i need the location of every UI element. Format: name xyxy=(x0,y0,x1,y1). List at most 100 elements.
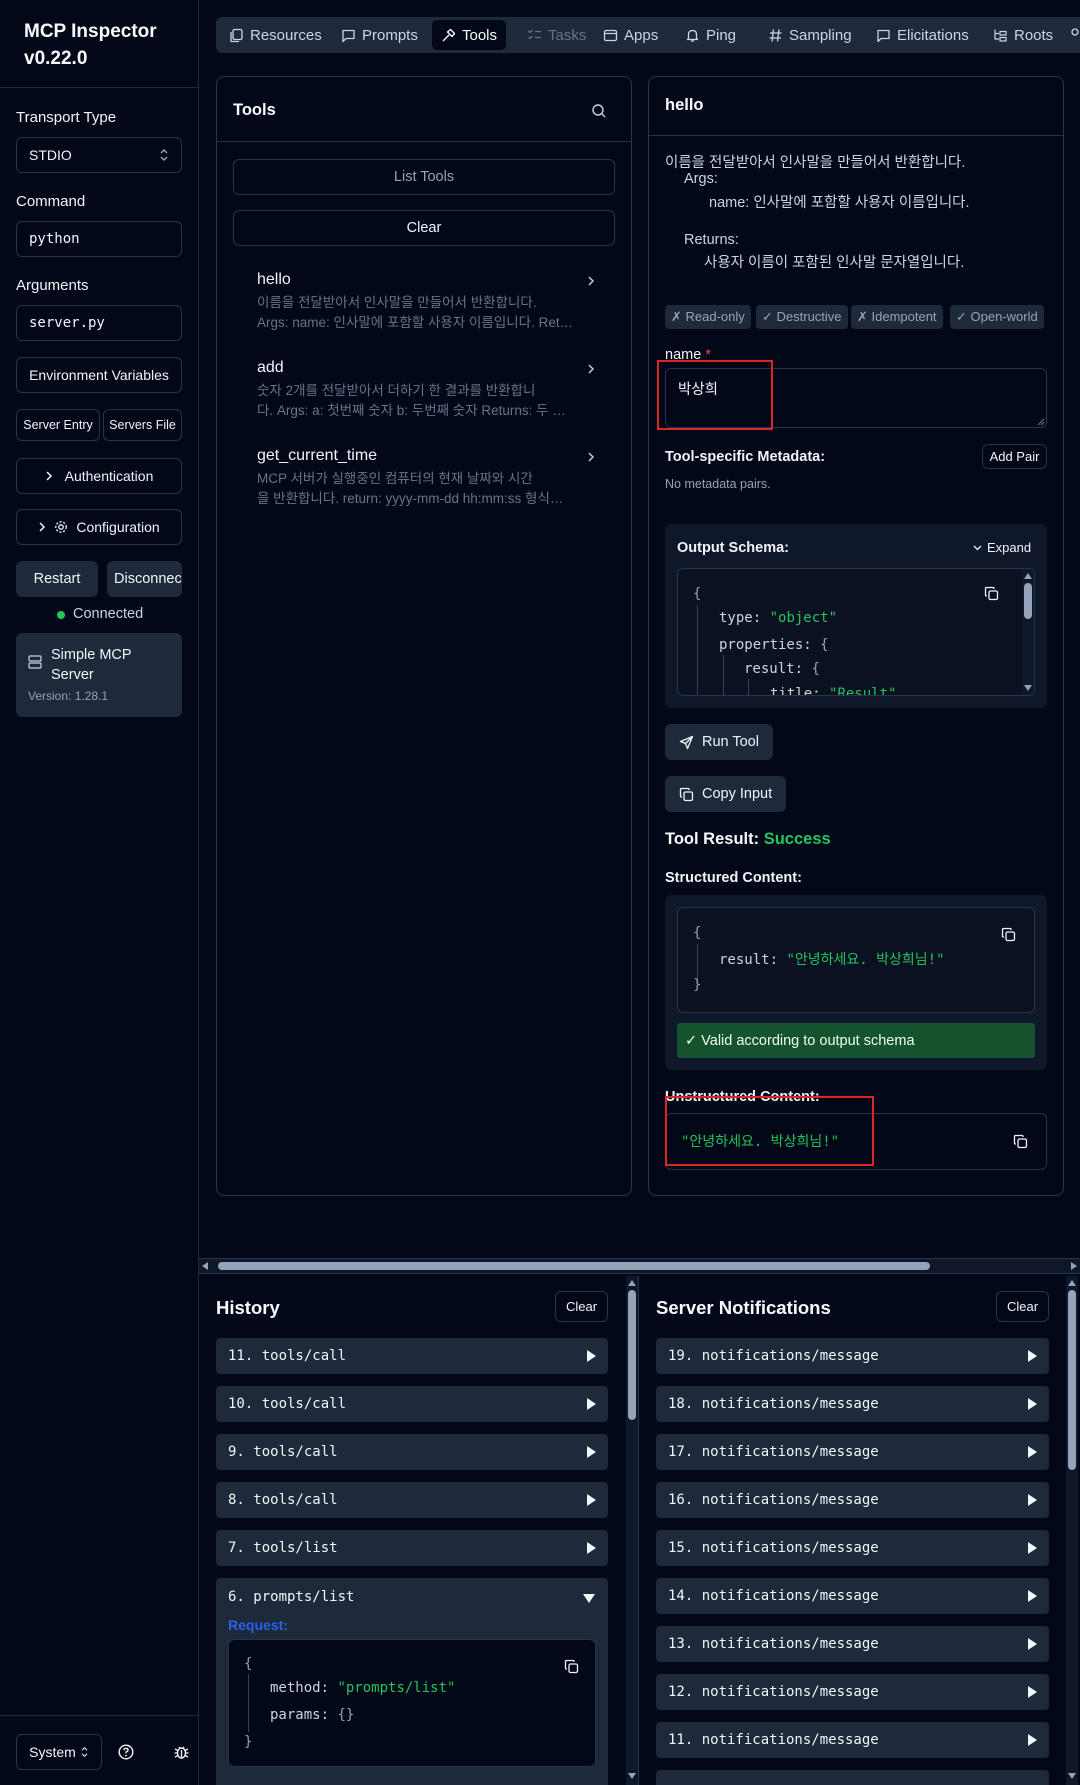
divider xyxy=(0,1715,198,1716)
copy-icon[interactable] xyxy=(1013,1134,1028,1149)
notifications-scrollbar[interactable] xyxy=(1066,1276,1078,1785)
notification-item[interactable]: 17. notifications/message xyxy=(656,1434,1049,1470)
chevron-right-icon xyxy=(588,276,594,286)
disconnect-button[interactable]: Disconnect xyxy=(107,561,182,597)
play-icon xyxy=(1028,1590,1037,1602)
theme-select[interactable]: System xyxy=(16,1734,102,1770)
history-item[interactable]: 9. tools/call xyxy=(216,1434,608,1470)
hammer-icon xyxy=(442,28,456,41)
scroll-up-arrow[interactable] xyxy=(1068,1280,1076,1286)
server-icon xyxy=(28,655,42,669)
app-window-icon xyxy=(603,29,618,41)
notification-item[interactable]: 15. notifications/message xyxy=(656,1530,1049,1566)
horizontal-scroll-thumb[interactable] xyxy=(218,1262,930,1270)
schema-scrollbar[interactable] xyxy=(1022,569,1034,695)
expand-button[interactable]: Expand xyxy=(973,540,1031,555)
play-icon xyxy=(1028,1542,1037,1554)
divider xyxy=(649,135,1063,136)
restart-button[interactable]: Restart xyxy=(16,561,98,597)
copy-icon[interactable] xyxy=(984,586,999,601)
copy-icon[interactable] xyxy=(1001,927,1016,942)
scroll-down-arrow[interactable] xyxy=(1068,1773,1076,1779)
copy-icon xyxy=(679,787,694,801)
tool-item-add[interactable]: add 숫자 2개를 전달받아서 더하기 한 결과를 반환합니 다. Args:… xyxy=(257,359,597,421)
output-schema-code: { type: "object" properties: { result: {… xyxy=(677,568,1035,696)
tool-item-hello[interactable]: hello 이름을 전달받아서 인사말을 만들어서 반환합니다. Args: n… xyxy=(257,271,597,333)
configuration-button[interactable]: Configuration xyxy=(16,509,182,545)
notification-item[interactable]: 14. notifications/message xyxy=(656,1578,1049,1614)
list-tools-button[interactable]: List Tools xyxy=(233,159,615,195)
scroll-left-arrow[interactable] xyxy=(202,1262,208,1270)
server-name: Simple MCP Server xyxy=(51,647,132,683)
history-item[interactable]: 7. tools/list xyxy=(216,1530,608,1566)
run-tool-button[interactable]: Run Tool xyxy=(665,724,773,760)
bell-icon xyxy=(686,29,699,42)
divider xyxy=(217,141,631,142)
tool-result-heading: Tool Result: Success xyxy=(665,830,831,848)
transport-type-label: Transport Type xyxy=(16,109,117,126)
tab-resources[interactable]: Resources xyxy=(220,20,331,50)
scroll-down-arrow[interactable] xyxy=(1024,685,1032,691)
play-icon xyxy=(587,1350,596,1362)
clear-history-button[interactable]: Clear xyxy=(555,1291,608,1322)
scroll-down-arrow[interactable] xyxy=(628,1773,636,1779)
copy-input-button[interactable]: Copy Input xyxy=(665,776,787,812)
notification-item[interactable]: 11. notifications/message xyxy=(656,1722,1049,1758)
history-item[interactable]: 10. tools/call xyxy=(216,1386,608,1422)
tab-elicitations[interactable]: Elicitations xyxy=(867,20,978,50)
notification-item[interactable]: 19. notifications/message xyxy=(656,1338,1049,1374)
tab-ping[interactable]: Ping xyxy=(676,20,745,50)
tool-description: Returns: xyxy=(684,232,739,248)
environment-variables-button[interactable]: Environment Variables xyxy=(16,357,182,393)
server-entry-button[interactable]: Server Entry xyxy=(16,409,100,441)
scroll-up-arrow[interactable] xyxy=(628,1280,636,1286)
play-icon xyxy=(587,1398,596,1410)
clear-tools-button[interactable]: Clear xyxy=(233,210,615,246)
scroll-right-arrow[interactable] xyxy=(1071,1262,1077,1270)
notifications-title: Server Notifications xyxy=(656,1297,831,1318)
no-metadata-text: No metadata pairs. xyxy=(665,477,771,491)
chevrons-up-down-icon xyxy=(81,1746,88,1758)
play-icon xyxy=(587,1446,596,1458)
tab-apps[interactable]: Apps xyxy=(594,20,667,50)
arguments-input[interactable]: server.py xyxy=(16,305,182,341)
hash-icon xyxy=(769,28,782,42)
tool-detail-title: hello xyxy=(665,96,704,114)
structured-content-code: { result: "안녕하세요. 박상희님!" } xyxy=(677,907,1035,1013)
command-input[interactable]: python xyxy=(16,221,182,257)
collapse-icon[interactable] xyxy=(583,1594,595,1603)
notification-item[interactable]: 16. notifications/message xyxy=(656,1482,1049,1518)
tab-tools[interactable]: Tools xyxy=(432,20,507,50)
notification-item[interactable]: 12. notifications/message xyxy=(656,1674,1049,1710)
notification-item[interactable]: 18. notifications/message xyxy=(656,1386,1049,1422)
play-icon xyxy=(1028,1686,1037,1698)
tab-prompts[interactable]: Prompts xyxy=(332,20,427,50)
notification-item[interactable] xyxy=(656,1770,1049,1785)
servers-file-button[interactable]: Servers File xyxy=(103,409,182,441)
scroll-up-arrow[interactable] xyxy=(1024,573,1032,579)
tab-roots[interactable]: Roots xyxy=(984,20,1062,50)
resize-handle-icon[interactable] xyxy=(1037,418,1045,426)
history-item[interactable]: 8. tools/call xyxy=(216,1482,608,1518)
chevron-right-icon xyxy=(588,452,594,462)
chevrons-up-down-icon xyxy=(160,149,168,161)
bug-icon[interactable] xyxy=(173,1743,190,1760)
tab-sampling[interactable]: Sampling xyxy=(759,20,861,50)
help-icon[interactable] xyxy=(118,1744,134,1760)
transport-type-select[interactable]: STDIO xyxy=(16,137,182,173)
tool-item-get-current-time[interactable]: get_current_time MCP 서버가 실행중인 컴퓨터의 현재 날짜… xyxy=(257,447,597,509)
chevron-right-icon xyxy=(588,364,594,374)
tab-tasks: Tasks xyxy=(518,20,595,50)
clear-notifications-button[interactable]: Clear xyxy=(996,1291,1049,1322)
send-icon xyxy=(679,735,694,749)
add-pair-button[interactable]: Add Pair xyxy=(982,444,1047,469)
connection-status: Connected xyxy=(73,606,144,622)
authentication-button[interactable]: Authentication xyxy=(16,458,182,494)
search-icon[interactable] xyxy=(591,103,607,119)
notification-item[interactable]: 13. notifications/message xyxy=(656,1626,1049,1662)
history-item[interactable]: 11. tools/call xyxy=(216,1338,608,1374)
metadata-label: Tool-specific Metadata: xyxy=(665,449,826,465)
copy-icon[interactable] xyxy=(564,1659,579,1674)
files-icon xyxy=(230,28,243,42)
history-scrollbar[interactable] xyxy=(626,1276,638,1785)
